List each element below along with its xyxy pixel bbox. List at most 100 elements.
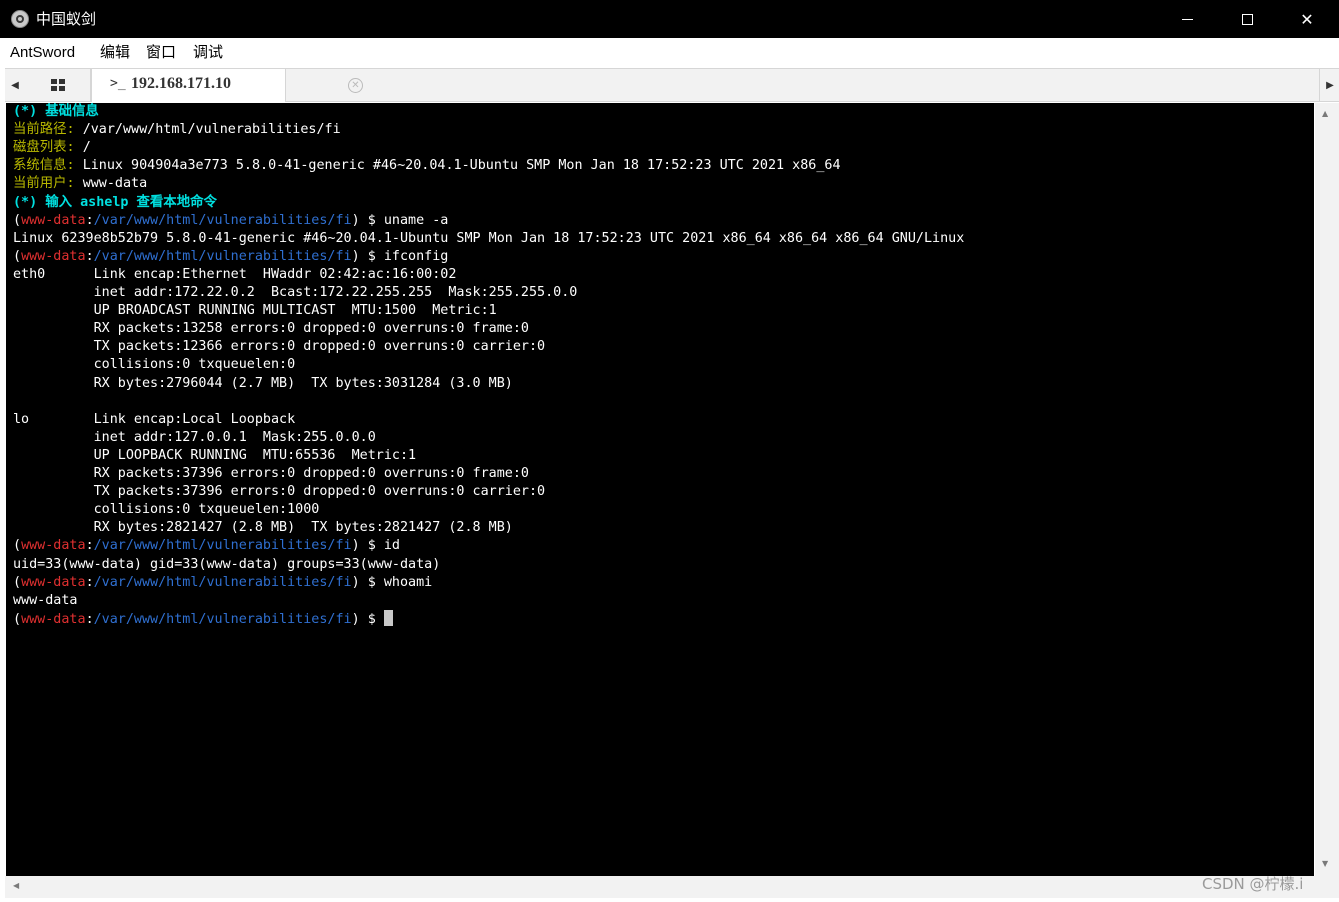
prompt-sep: : (85, 212, 94, 228)
terminal-line: uid=33(www-data) gid=33(www-data) groups… (13, 556, 440, 574)
output-text: uid=33(www-data) gid=33(www-data) groups… (13, 556, 441, 572)
terminal-line: RX packets:37396 errors:0 dropped:0 over… (13, 465, 529, 483)
terminal-line: (www-data:/var/www/html/vulnerabilities/… (13, 248, 448, 266)
menu-edit[interactable]: 编辑 (100, 44, 130, 62)
prompt-path: /var/www/html/vulnerabilities/fi (93, 212, 352, 228)
prompt-paren: ) (351, 212, 360, 228)
terminal-line: (www-data:/var/www/html/vulnerabilities/… (13, 537, 400, 555)
output-text: RX bytes:2821427 (2.8 MB) TX bytes:28214… (13, 520, 513, 536)
terminal-line: UP LOOPBACK RUNNING MTU:65536 Metric:1 (13, 447, 416, 465)
prompt-user: www-data (21, 212, 86, 228)
prompt-paren: ( (13, 611, 22, 627)
terminal-line: Linux 6239e8b52b79 5.8.0-41-generic #46~… (13, 230, 964, 248)
output-text: RX packets:37396 errors:0 dropped:0 over… (13, 466, 529, 481)
prompt-paren: ( (13, 574, 22, 590)
output-text: inet addr:127.0.0.1 Mask:255.0.0.0 (13, 429, 376, 445)
tab-close-icon[interactable]: ✕ (348, 78, 363, 93)
output-text: inet addr:172.22.0.2 Bcast:172.22.255.25… (13, 285, 578, 300)
prompt-dollar: $ (359, 248, 384, 264)
menu-antsword[interactable]: AntSword (10, 44, 75, 62)
close-icon: ✕ (1300, 9, 1314, 29)
prompt-user: www-data (21, 538, 86, 554)
terminal-line: (*) 基础信息 (13, 103, 99, 121)
terminal-line: inet addr:172.22.0.2 Bcast:172.22.255.25… (13, 284, 578, 302)
terminal-line: lo Link encap:Local Loopback (13, 411, 295, 429)
prompt-paren: ( (13, 538, 22, 554)
output-text: lo Link encap:Local Loopback (13, 411, 296, 427)
terminal-line: (www-data:/var/www/html/vulnerabilities/… (13, 574, 432, 592)
prompt-path: /var/www/html/vulnerabilities/fi (93, 574, 352, 590)
close-button[interactable]: ✕ (1277, 0, 1337, 38)
output-text: www-data (13, 592, 78, 608)
info-segment: / (82, 140, 91, 156)
terminal-icon: >_ (110, 76, 126, 91)
info-segment: 磁盘列表: (13, 140, 83, 156)
watermark: CSDN @柠檬.i (1202, 875, 1304, 893)
output-text: RX bytes:2796044 (2.7 MB) TX bytes:30312… (13, 375, 513, 391)
prompt-path: /var/www/html/vulnerabilities/fi (93, 538, 352, 554)
caret-left-icon: ◀ (11, 79, 19, 91)
terminal-line: (*) 输入 ashelp 查看本地命令 (13, 194, 217, 212)
prompt-dollar: $ (359, 212, 384, 228)
grid-icon (51, 79, 65, 91)
command-text: whoami (383, 574, 433, 590)
prompt-paren: ) (351, 248, 360, 264)
prompt-user: www-data (21, 574, 86, 590)
terminal-line: RX bytes:2821427 (2.8 MB) TX bytes:28214… (13, 519, 513, 537)
prompt-paren: ) (351, 574, 360, 590)
terminal-line: 磁盘列表: / (13, 139, 91, 157)
prompt-dollar: $ (359, 538, 384, 554)
tab-terminal-label: 192.168.171.10 (131, 75, 231, 92)
tab-terminal[interactable]: >_ 192.168.171.10 ✕ (91, 69, 363, 102)
scroll-down-icon[interactable]: ▼ (1322, 859, 1328, 868)
terminal-line: 当前用户: www-data (13, 175, 147, 193)
prompt-paren: ) (351, 611, 360, 627)
terminal-line: (www-data:/var/www/html/vulnerabilities/… (13, 212, 448, 230)
output-text: Linux 6239e8b52b79 5.8.0-41-generic #46~… (13, 230, 965, 246)
prompt-paren: ( (13, 248, 22, 264)
menu-debug[interactable]: 调试 (193, 44, 223, 62)
command-text: uname -a (383, 212, 449, 228)
output-text: collisions:0 txqueuelen:0 (13, 357, 296, 373)
caret-right-icon: ▶ (1326, 79, 1334, 91)
info-segment: www-data (82, 176, 148, 192)
info-segment: Linux 904904a3e773 5.8.0-41-generic #46~… (82, 158, 841, 174)
info-segment: 系统信息: (13, 158, 83, 174)
prompt-path: /var/www/html/vulnerabilities/fi (93, 248, 352, 264)
tab-shell-list[interactable] (26, 69, 91, 101)
menu-window[interactable]: 窗口 (146, 44, 176, 62)
scroll-up-icon[interactable]: ▲ (1322, 109, 1328, 118)
prompt-user: www-data (21, 611, 86, 627)
info-segment: 当前用户: (13, 176, 83, 192)
terminal-line: www-data (13, 592, 78, 610)
text-cursor (383, 609, 393, 626)
terminal-line: (www-data:/var/www/html/vulnerabilities/… (13, 609, 393, 628)
terminal-line: RX packets:13258 errors:0 dropped:0 over… (13, 320, 529, 338)
terminal-line: inet addr:127.0.0.1 Mask:255.0.0.0 (13, 429, 376, 447)
title-bar: 中国蚁剑 ✕ (0, 0, 1339, 38)
tab-scroll-left-button[interactable]: ◀ (5, 69, 25, 101)
tab-scroll-right-button[interactable]: ▶ (1319, 69, 1339, 101)
prompt-sep: : (85, 611, 94, 627)
output-text: UP LOOPBACK RUNNING MTU:65536 Metric:1 (13, 447, 417, 463)
terminal-line: TX packets:12366 errors:0 dropped:0 over… (13, 338, 545, 356)
terminal-output[interactable]: (*) 基础信息 当前路径: /var/www/html/vulnerabilit… (6, 103, 1314, 876)
minimize-icon (1181, 18, 1193, 20)
maximize-button[interactable] (1217, 0, 1277, 38)
menu-bar: AntSword 编辑 窗口 调试 (0, 38, 1339, 68)
info-segment: 当前路径: (13, 122, 83, 138)
terminal-line: RX bytes:2796044 (2.7 MB) TX bytes:30312… (13, 375, 513, 393)
prompt-dollar: $ (359, 611, 384, 627)
info-segment: /var/www/html/vulnerabilities/fi (82, 122, 341, 138)
antsword-logo-icon (11, 10, 29, 28)
minimize-button[interactable] (1157, 0, 1217, 38)
scroll-left-icon[interactable]: ◀ (13, 881, 19, 890)
horizontal-scrollbar[interactable]: ◀ (5, 876, 1339, 898)
terminal-line: 系统信息: Linux 904904a3e773 5.8.0-41-generi… (13, 157, 841, 175)
prompt-sep: : (85, 248, 94, 264)
vertical-scrollbar[interactable]: ▲ ▼ (1315, 103, 1339, 876)
info-segment: (*) 输入 ashelp 查看本地命令 (13, 194, 217, 210)
prompt-paren: ) (351, 538, 360, 554)
command-text: id (383, 538, 400, 554)
prompt-path: /var/www/html/vulnerabilities/fi (93, 611, 352, 627)
